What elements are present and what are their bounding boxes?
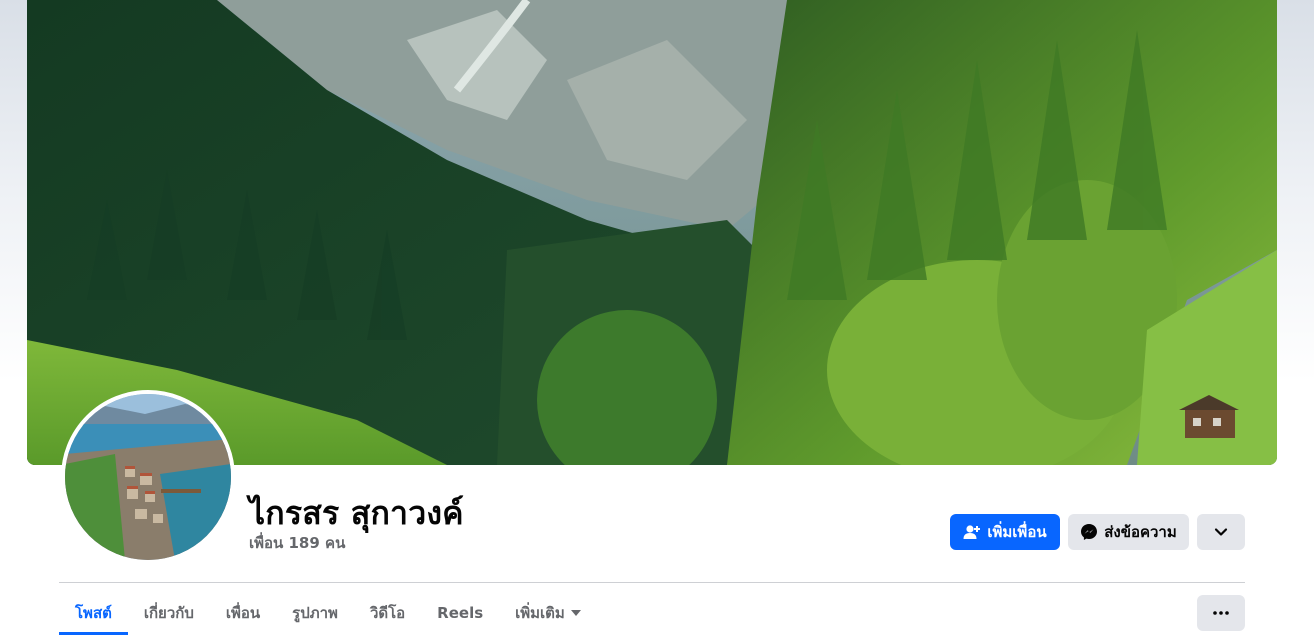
message-button[interactable]: ส่งข้อความ [1068,514,1189,550]
tab-reels[interactable]: Reels [421,594,499,632]
tab-posts[interactable]: โพสต์ [59,594,128,635]
add-friend-button[interactable]: เพิ่มเพื่อน [950,514,1060,550]
tab-videos[interactable]: วิดีโอ [354,594,421,632]
ellipsis-icon [1213,611,1229,615]
profile-picture[interactable] [61,390,235,564]
tab-label: เพิ่มเติม [515,604,565,622]
profile-tabs: โพสต์ เกี่ยวกับ เพื่อน รูปภาพ วิดีโอ Ree… [59,594,597,635]
more-options-button[interactable] [1197,595,1245,631]
tab-label: โพสต์ [75,604,112,622]
avatar-city-image [65,394,231,560]
tab-label: รูปภาพ [292,604,338,622]
tab-label: เกี่ยวกับ [143,604,194,622]
chevron-down-icon [1214,527,1228,537]
add-friend-icon [963,524,981,540]
tab-friends[interactable]: เพื่อน [210,594,276,632]
tab-more[interactable]: เพิ่มเติม [499,594,597,632]
friends-count[interactable]: เพื่อน 189 คน [249,531,345,555]
profile-divider [59,582,1245,583]
add-friend-label: เพิ่มเพื่อน [987,523,1047,541]
tab-label: วิดีโอ [369,604,406,622]
tab-about[interactable]: เกี่ยวกับ [128,594,210,632]
tab-label: Reels [437,604,484,622]
cover-photo[interactable] [27,0,1277,465]
tab-photos[interactable]: รูปภาพ [276,594,354,632]
message-label: ส่งข้อความ [1104,523,1177,541]
messenger-icon [1080,523,1098,541]
cover-landscape-image [27,0,1277,465]
caret-down-icon [570,610,581,616]
tab-label: เพื่อน [225,604,261,622]
profile-options-button[interactable] [1197,514,1245,550]
